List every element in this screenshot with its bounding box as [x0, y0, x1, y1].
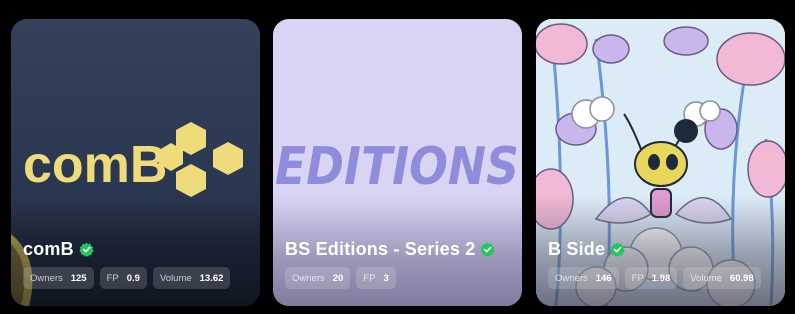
volume-stat: Volume 60.98: [683, 267, 761, 289]
floor-price-stat: FP 3: [356, 267, 396, 289]
collection-card-b-side[interactable]: B Side Owners 146 FP 1.98 Volume 60.98: [536, 19, 785, 306]
card-title: BS Editions - Series 2: [285, 239, 496, 260]
card-title: comB: [23, 239, 94, 260]
floor-price-stat: FP 1.98: [624, 267, 678, 289]
collection-name: BS Editions - Series 2: [285, 239, 476, 259]
collection-name: B Side: [548, 239, 606, 259]
collection-card-comb[interactable]: comB comB Owners 125 FP 0.9 Volume 13.62: [11, 19, 260, 306]
floor-price-stat: FP 0.9: [99, 267, 147, 289]
owners-stat: Owners 146: [548, 267, 619, 289]
comb-logo-text: comB: [23, 136, 167, 194]
stats-row: Owners 20 FP 3: [285, 267, 396, 289]
owners-stat: Owners 125: [23, 267, 94, 289]
honeycomb-icon: [159, 122, 243, 197]
verified-badge-icon: [480, 242, 496, 257]
stats-row: Owners 146 FP 1.98 Volume 60.98: [548, 267, 761, 289]
stats-row: Owners 125 FP 0.9 Volume 13.62: [23, 267, 231, 289]
editions-logo-text: EDITIONS: [275, 137, 519, 197]
verified-badge-icon: [610, 242, 625, 257]
card-title: B Side: [548, 239, 625, 260]
collection-name: comB: [23, 239, 74, 259]
collection-card-bs-editions[interactable]: EDITIONS BS Editions - Series 2 Owners 2…: [273, 19, 522, 306]
volume-stat: Volume 13.62: [152, 267, 231, 289]
owners-stat: Owners 20: [285, 267, 351, 289]
verified-badge-icon: [79, 242, 94, 257]
